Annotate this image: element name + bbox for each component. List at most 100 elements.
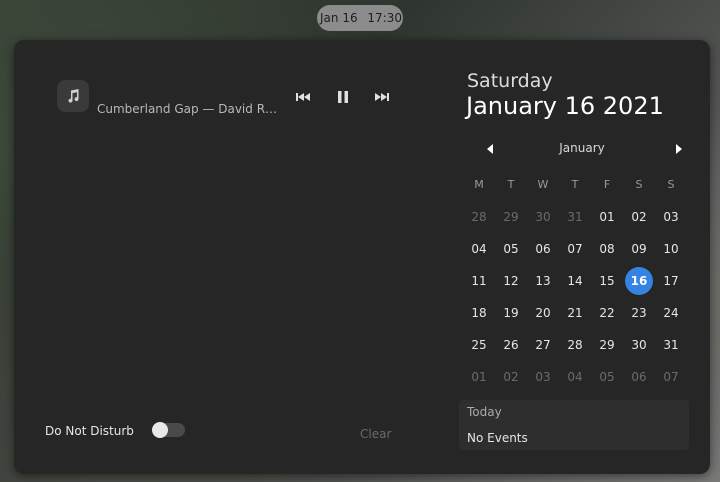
clear-notifications-button[interactable]: Clear xyxy=(360,427,391,441)
calendar-day-label: 28 xyxy=(471,210,487,224)
calendar-day[interactable]: 02 xyxy=(623,201,655,233)
calendar-day[interactable]: 12 xyxy=(495,265,527,297)
date-time-button[interactable]: Jan 16 17:30 xyxy=(317,5,403,31)
calendar-day[interactable]: 27 xyxy=(527,329,559,361)
calendar-day[interactable]: 11 xyxy=(463,265,495,297)
calendar-day-today[interactable]: 16 xyxy=(623,265,655,297)
next-track-button[interactable] xyxy=(372,89,392,105)
calendar-week-row: 04 05 06 07 08 09 10 xyxy=(463,233,687,265)
calendar-day-label: 10 xyxy=(663,242,679,256)
calendar-day[interactable]: 17 xyxy=(655,265,687,297)
events-title: Today xyxy=(467,405,502,419)
calendar-days: 28 29 30 31 01 02 03 04 05 06 07 08 09 10 11 12 13 14 15 16… xyxy=(463,201,687,393)
events-section[interactable]: Today No Events xyxy=(459,400,689,450)
calendar-day[interactable]: 25 xyxy=(463,329,495,361)
calendar-day[interactable]: 08 xyxy=(591,233,623,265)
calendar-day[interactable]: 19 xyxy=(495,297,527,329)
calendar-day[interactable]: 31 xyxy=(559,201,591,233)
calendar-day-label: 09 xyxy=(631,242,647,256)
full-date[interactable]: January 16 2021 xyxy=(466,92,664,120)
do-not-disturb-switch[interactable] xyxy=(152,422,185,438)
calendar-day-label: 31 xyxy=(663,338,679,352)
calendar-day-label: 17 xyxy=(663,274,679,288)
calendar-day[interactable]: 05 xyxy=(591,361,623,393)
calendar-week-row: 18 19 20 21 22 23 24 xyxy=(463,297,687,329)
weekday-label: T xyxy=(507,178,515,191)
media-track-title: Cumberland Gap — David R… xyxy=(97,102,277,116)
chevron-right-icon xyxy=(676,144,682,154)
calendar-day[interactable]: 30 xyxy=(527,201,559,233)
calendar-day-label: 01 xyxy=(471,370,487,384)
calendar-day[interactable]: 05 xyxy=(495,233,527,265)
previous-track-button[interactable] xyxy=(293,89,313,105)
weekday-label: M xyxy=(474,178,484,191)
music-note-icon xyxy=(57,80,89,112)
calendar-day[interactable]: 29 xyxy=(591,329,623,361)
calendar-day-label: 05 xyxy=(503,242,519,256)
calendar-day[interactable]: 26 xyxy=(495,329,527,361)
calendar-day-label: 12 xyxy=(503,274,519,288)
calendar-day-label: 31 xyxy=(567,210,583,224)
day-name: Saturday xyxy=(467,70,553,92)
weekday-label: S xyxy=(667,178,675,191)
calendar-day[interactable]: 04 xyxy=(559,361,591,393)
calendar-day[interactable]: 18 xyxy=(463,297,495,329)
calendar-day[interactable]: 14 xyxy=(559,265,591,297)
weekday-header-row: MTWTFSS xyxy=(463,169,687,201)
calendar-week-row: 25 26 27 28 29 30 31 xyxy=(463,329,687,361)
calendar-day-label: 23 xyxy=(631,306,647,320)
calendar-day-label: 08 xyxy=(599,242,615,256)
calendar-day[interactable]: 31 xyxy=(655,329,687,361)
calendar-day[interactable]: 02 xyxy=(495,361,527,393)
calendar-day[interactable]: 06 xyxy=(527,233,559,265)
weekday-label: W xyxy=(537,178,549,191)
calendar-week-row: 01 02 03 04 05 06 07 xyxy=(463,361,687,393)
calendar-day[interactable]: 24 xyxy=(655,297,687,329)
switch-knob xyxy=(152,422,168,438)
top-bar: Jan 16 17:30 xyxy=(0,0,720,36)
calendar-day-label: 03 xyxy=(535,370,551,384)
calendar-week-row: 28 29 30 31 01 02 03 xyxy=(463,201,687,233)
calendar-day[interactable]: 13 xyxy=(527,265,559,297)
calendar-day[interactable]: 01 xyxy=(463,361,495,393)
calendar-day[interactable]: 09 xyxy=(623,233,655,265)
calendar-day[interactable]: 22 xyxy=(591,297,623,329)
calendar-day-label: 07 xyxy=(663,370,679,384)
calendar-day-label: 01 xyxy=(599,210,615,224)
calendar-day[interactable]: 01 xyxy=(591,201,623,233)
calendar-day-label: 26 xyxy=(503,338,519,352)
pause-button[interactable] xyxy=(333,89,353,105)
calendar-day[interactable]: 07 xyxy=(559,233,591,265)
month-label: January xyxy=(559,141,605,155)
calendar-day[interactable]: 29 xyxy=(495,201,527,233)
calendar-day-label: 15 xyxy=(599,274,615,288)
notification-panel: Cumberland Gap — David R… Do Not Disturb xyxy=(14,40,452,474)
calendar-day-label: 07 xyxy=(567,242,583,256)
calendar-day-label: 21 xyxy=(567,306,583,320)
next-month-button[interactable] xyxy=(672,141,686,157)
calendar-day[interactable]: 30 xyxy=(623,329,655,361)
calendar-day[interactable]: 20 xyxy=(527,297,559,329)
top-bar-date: Jan 16 xyxy=(320,11,358,25)
calendar-day[interactable]: 04 xyxy=(463,233,495,265)
calendar-day[interactable]: 15 xyxy=(591,265,623,297)
calendar-grid: M T W T F S S 28 29 30 31 01 02 03 04 05 06 07 08 09 10 11 12… xyxy=(463,169,687,393)
calendar-day-label: 04 xyxy=(567,370,583,384)
calendar-day[interactable]: 07 xyxy=(655,361,687,393)
calendar-day[interactable]: 21 xyxy=(559,297,591,329)
calendar-day[interactable]: 06 xyxy=(623,361,655,393)
calendar-day-label: 14 xyxy=(567,274,583,288)
calendar-day[interactable]: 28 xyxy=(559,329,591,361)
calendar-day[interactable]: 23 xyxy=(623,297,655,329)
top-bar-time: 17:30 xyxy=(367,11,403,25)
calendar-day[interactable]: 03 xyxy=(655,201,687,233)
calendar-week-row: 11 12 13 14 15 16 17 xyxy=(463,265,687,297)
month-navigation: January xyxy=(464,139,700,159)
calendar-day-label: 02 xyxy=(631,210,647,224)
calendar-day[interactable]: 03 xyxy=(527,361,559,393)
calendar-day-label: 06 xyxy=(535,242,551,256)
weekday-label: S xyxy=(635,178,643,191)
calendar-day[interactable]: 28 xyxy=(463,201,495,233)
calendar-day-label: 22 xyxy=(599,306,615,320)
calendar-day[interactable]: 10 xyxy=(655,233,687,265)
